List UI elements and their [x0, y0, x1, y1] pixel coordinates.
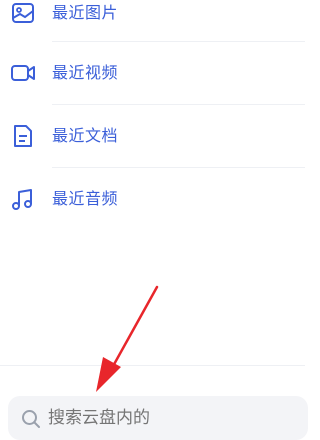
annotation-arrow [96, 285, 159, 392]
